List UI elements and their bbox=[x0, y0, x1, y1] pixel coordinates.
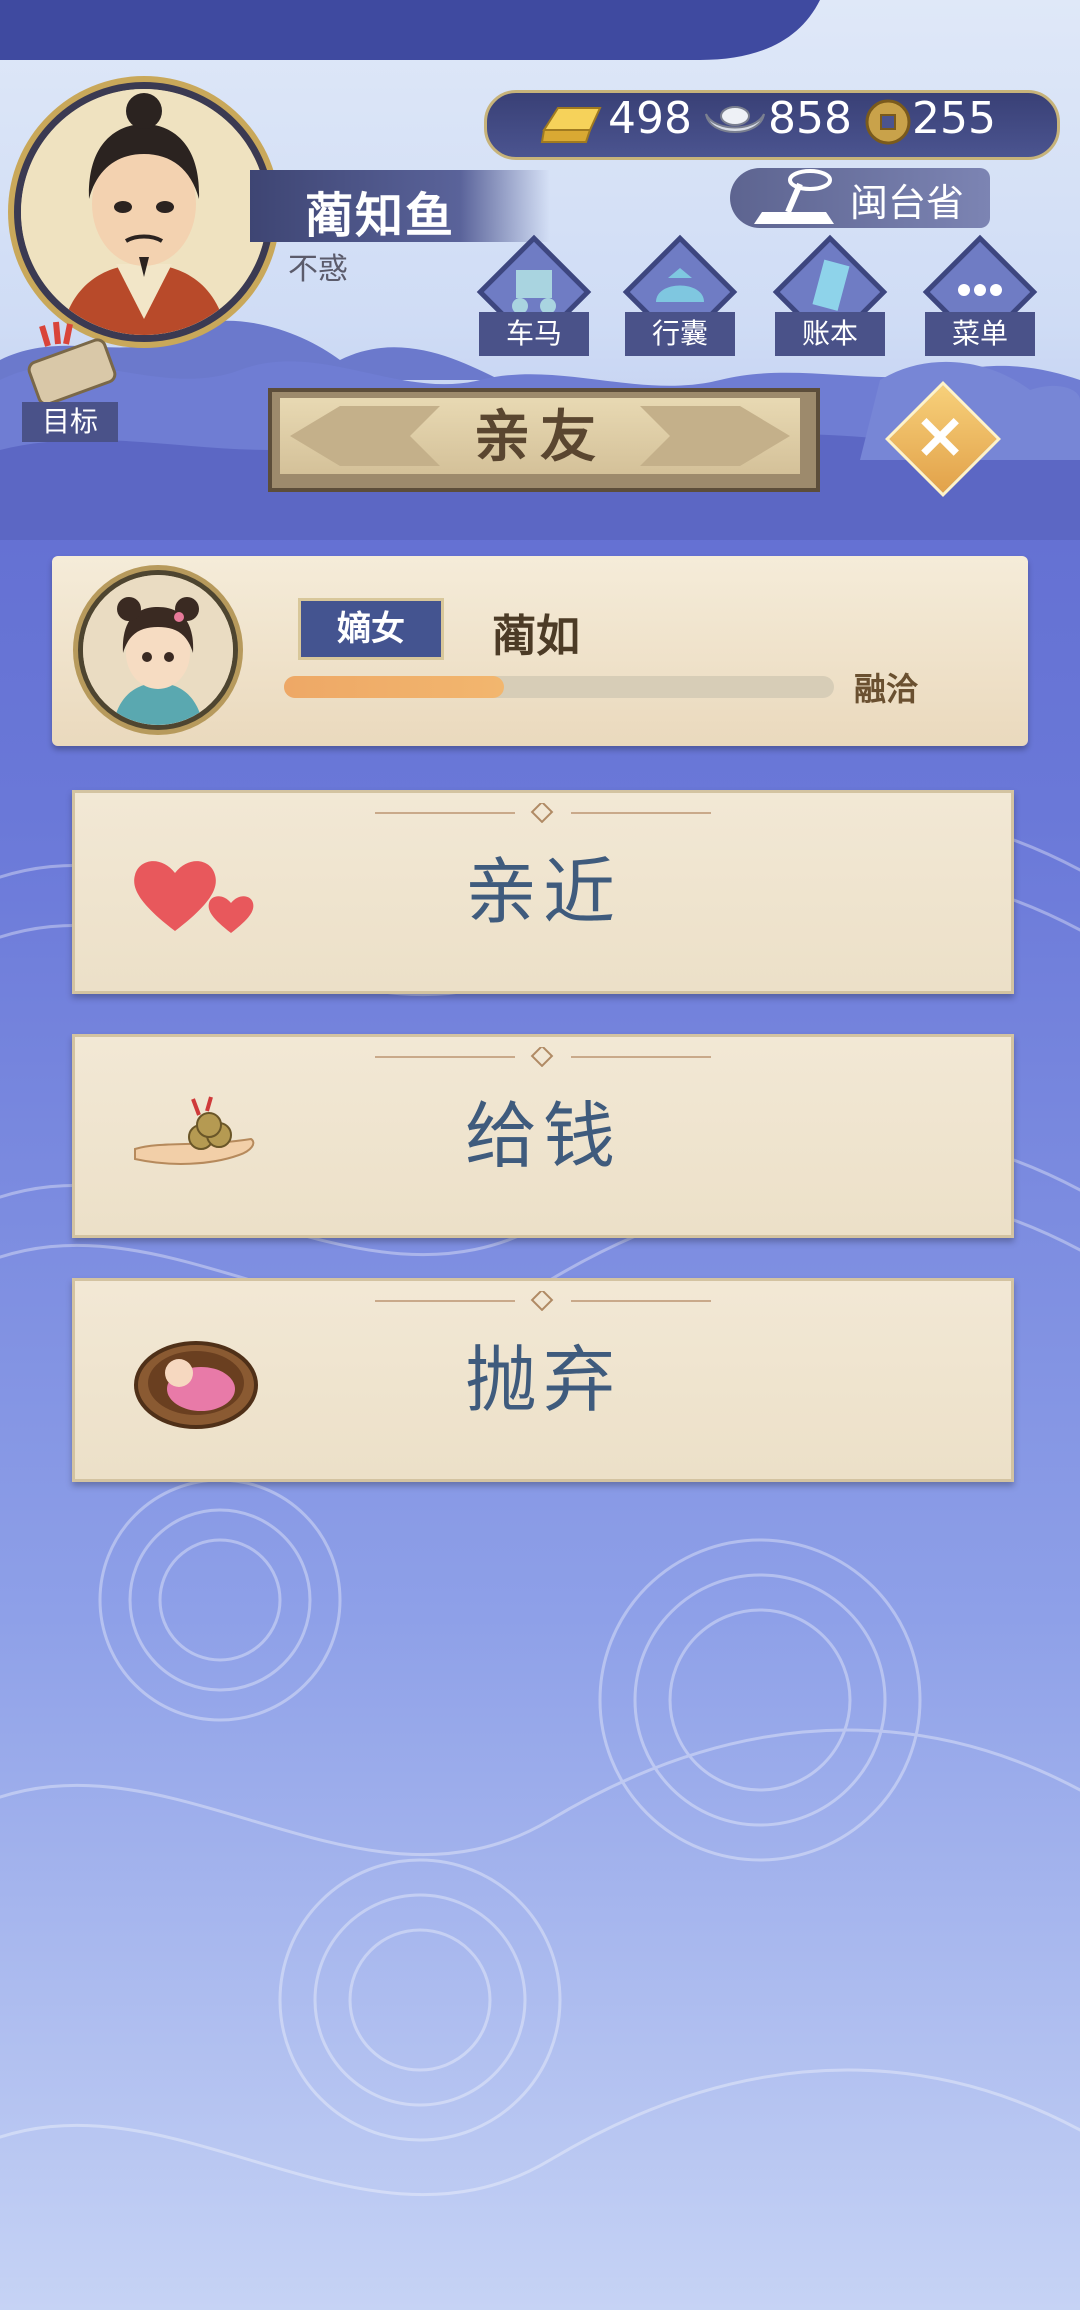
close-icon: × bbox=[913, 399, 967, 473]
gold-count: 498 bbox=[608, 93, 692, 144]
copper-coin-icon bbox=[865, 99, 911, 145]
nav-bundle-button[interactable]: 行囊 bbox=[620, 232, 740, 356]
action-get-close-button[interactable]: 亲近 bbox=[72, 790, 1014, 994]
scroll-icon bbox=[27, 321, 117, 406]
location-name: 闽台省 bbox=[850, 181, 965, 225]
player-name: 蔺知鱼 bbox=[305, 188, 456, 244]
action-label: 抛弃 bbox=[464, 1338, 621, 1422]
action-label: 亲近 bbox=[464, 850, 621, 934]
relationship-status: 融洽 bbox=[854, 670, 919, 708]
official-seal-icon bbox=[754, 169, 834, 224]
nav-label: 车马 bbox=[479, 312, 589, 356]
gold-ingot-icon bbox=[540, 107, 602, 143]
goal-label: 目标 bbox=[22, 402, 118, 442]
action-abandon-button[interactable]: 抛弃 bbox=[72, 1278, 1014, 1482]
nav-carriage-button[interactable]: 车马 bbox=[474, 232, 594, 356]
affinity-bar-fill bbox=[284, 676, 504, 698]
page-title: 亲友 bbox=[474, 405, 606, 470]
nav-label: 菜单 bbox=[925, 312, 1035, 356]
silver-count: 858 bbox=[768, 93, 852, 144]
action-give-money-button[interactable]: 给钱 bbox=[72, 1034, 1014, 1238]
player-age-label: 不惑 bbox=[288, 252, 348, 287]
relation-tag: 嫡女 bbox=[298, 598, 444, 660]
player-avatar[interactable] bbox=[14, 82, 274, 342]
friend-avatar[interactable] bbox=[78, 570, 238, 730]
nav-ledger-button[interactable]: 账本 bbox=[770, 232, 890, 356]
action-label: 给钱 bbox=[464, 1094, 621, 1178]
nav-menu-button[interactable]: 菜单 bbox=[920, 232, 1040, 356]
nav-label: 账本 bbox=[775, 312, 885, 356]
copper-count: 255 bbox=[912, 93, 996, 144]
nav-label: 行囊 bbox=[625, 312, 735, 356]
silver-ingot-icon bbox=[705, 106, 765, 133]
friend-name: 蔺如 bbox=[492, 611, 580, 662]
